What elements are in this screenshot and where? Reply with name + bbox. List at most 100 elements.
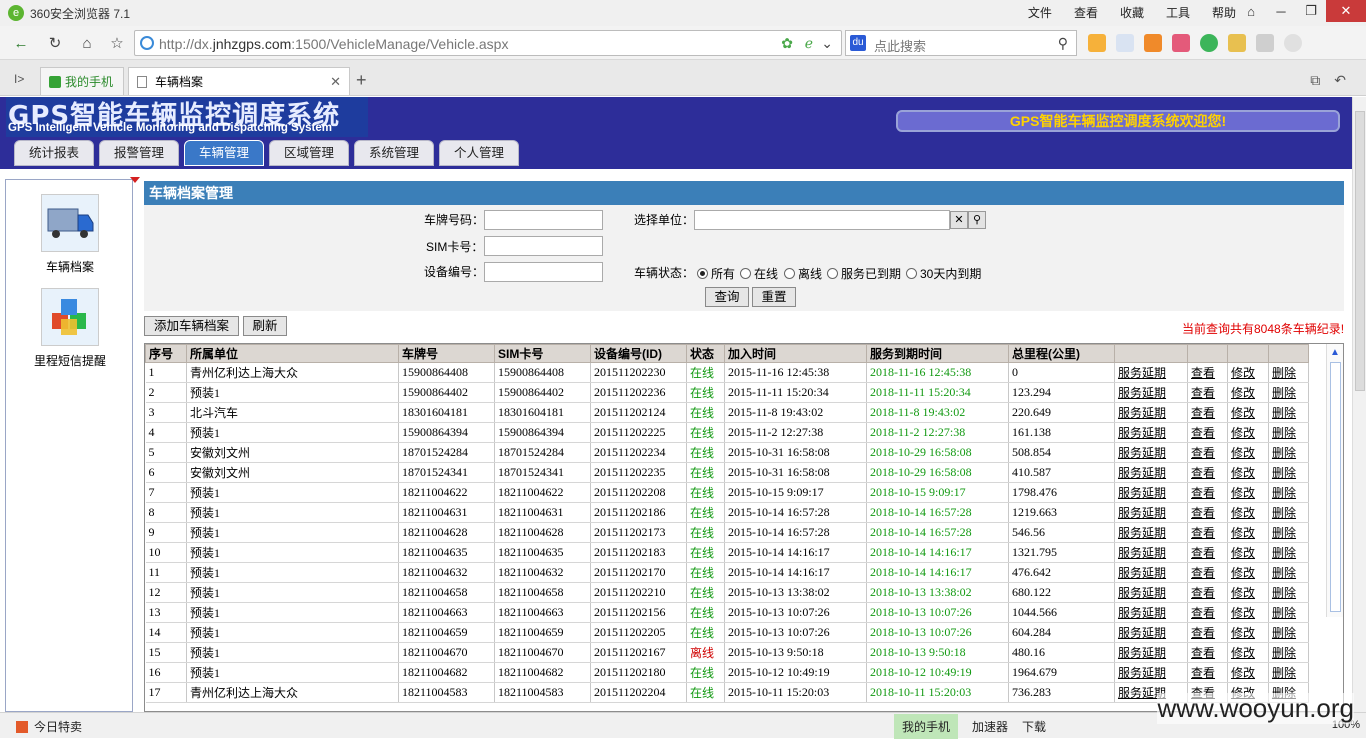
travel-icon[interactable] bbox=[1144, 34, 1162, 52]
delete-link[interactable]: 删除 bbox=[1268, 362, 1309, 383]
delete-link[interactable]: 删除 bbox=[1268, 382, 1309, 403]
tab-my-phone[interactable]: 我的手机 bbox=[40, 67, 124, 95]
delete-link[interactable]: 删除 bbox=[1268, 622, 1309, 643]
delete-link[interactable]: 删除 bbox=[1268, 522, 1309, 543]
reset-button[interactable]: 重置 bbox=[752, 287, 796, 307]
edit-link[interactable]: 修改 bbox=[1227, 362, 1269, 383]
sidebar-item-mileage-sms[interactable]: 里程短信提醒 bbox=[6, 288, 134, 369]
status-accelerator[interactable]: 加速器 bbox=[972, 718, 1008, 735]
delete-link[interactable]: 删除 bbox=[1268, 402, 1309, 423]
view-link[interactable]: 查看 bbox=[1187, 462, 1228, 483]
edit-link[interactable]: 修改 bbox=[1227, 462, 1269, 483]
edit-link[interactable]: 修改 bbox=[1227, 542, 1269, 563]
tab-vehicle-manage[interactable]: 车辆管理 bbox=[184, 140, 264, 166]
tab-vehicle-archive[interactable]: 车辆档案 ✕ bbox=[128, 67, 350, 95]
game-icon[interactable] bbox=[1228, 34, 1246, 52]
sidebar-item-vehicle-archive[interactable]: 车辆档案 bbox=[6, 194, 134, 275]
grid-scrollbar[interactable]: ▲ bbox=[1326, 344, 1343, 617]
tab-personal-manage[interactable]: 个人管理 bbox=[439, 140, 519, 166]
delete-link[interactable]: 删除 bbox=[1268, 462, 1309, 483]
delete-link[interactable]: 删除 bbox=[1268, 542, 1309, 563]
query-button[interactable]: 查询 bbox=[705, 287, 749, 307]
status-download[interactable]: 下载 bbox=[1022, 718, 1046, 735]
edit-link[interactable]: 修改 bbox=[1227, 382, 1269, 403]
menu-view[interactable]: 查看 bbox=[1074, 4, 1098, 21]
extend-service-link[interactable]: 服务延期 bbox=[1114, 562, 1188, 583]
unit-input[interactable] bbox=[694, 210, 950, 230]
sim-input[interactable] bbox=[484, 236, 603, 256]
scroll-up-icon[interactable]: ▲ bbox=[1330, 347, 1340, 358]
edit-link[interactable]: 修改 bbox=[1227, 662, 1269, 683]
radio-all[interactable]: 所有 bbox=[697, 265, 735, 282]
delete-link[interactable]: 删除 bbox=[1268, 582, 1309, 603]
extend-service-link[interactable]: 服务延期 bbox=[1114, 522, 1188, 543]
radio-expired[interactable]: 服务已到期 bbox=[827, 265, 901, 282]
extend-service-link[interactable]: 服务延期 bbox=[1114, 362, 1188, 383]
skin-icon[interactable]: ⌂ bbox=[1236, 0, 1266, 22]
daily-deals[interactable]: 今日特卖 bbox=[16, 718, 82, 735]
clear-icon[interactable]: ✕ bbox=[950, 211, 968, 229]
sidebar-toggle-icon[interactable]: I> bbox=[14, 72, 24, 86]
extend-service-link[interactable]: 服务延期 bbox=[1114, 482, 1188, 503]
edit-link[interactable]: 修改 bbox=[1227, 602, 1269, 623]
undo-close-icon[interactable]: ↶ bbox=[1334, 72, 1346, 89]
menu-tools[interactable]: 工具 bbox=[1166, 4, 1190, 21]
tab-alarm-manage[interactable]: 报警管理 bbox=[99, 140, 179, 166]
edit-link[interactable]: 修改 bbox=[1227, 482, 1269, 503]
extend-service-link[interactable]: 服务延期 bbox=[1114, 542, 1188, 563]
grid-scroll-thumb[interactable] bbox=[1330, 362, 1341, 612]
view-link[interactable]: 查看 bbox=[1187, 602, 1228, 623]
tab-system-manage[interactable]: 系统管理 bbox=[354, 140, 434, 166]
search-icon[interactable]: ⚲ bbox=[1058, 35, 1068, 52]
plate-input[interactable] bbox=[484, 210, 603, 230]
extend-service-link[interactable]: 服务延期 bbox=[1114, 382, 1188, 403]
page-scroll-thumb[interactable] bbox=[1355, 111, 1365, 391]
image-icon[interactable] bbox=[1256, 34, 1274, 52]
tab-area-manage[interactable]: 区域管理 bbox=[269, 140, 349, 166]
view-link[interactable]: 查看 bbox=[1187, 502, 1228, 523]
extend-service-link[interactable]: 服务延期 bbox=[1114, 502, 1188, 523]
extend-service-link[interactable]: 服务延期 bbox=[1114, 422, 1188, 443]
close-window-button[interactable]: ✕ bbox=[1326, 0, 1366, 22]
view-link[interactable]: 查看 bbox=[1187, 582, 1228, 603]
view-link[interactable]: 查看 bbox=[1187, 422, 1228, 443]
back-icon[interactable]: ← bbox=[10, 32, 32, 54]
status-my-phone[interactable]: 我的手机 bbox=[894, 713, 959, 739]
edit-link[interactable]: 修改 bbox=[1227, 582, 1269, 603]
refresh-button[interactable]: 刷新 bbox=[243, 316, 287, 336]
add-vehicle-button[interactable]: 添加车辆档案 bbox=[144, 316, 239, 336]
delete-link[interactable]: 删除 bbox=[1268, 642, 1309, 663]
view-link[interactable]: 查看 bbox=[1187, 442, 1228, 463]
sidebar-collapse-icon[interactable] bbox=[130, 177, 140, 183]
view-link[interactable]: 查看 bbox=[1187, 522, 1228, 543]
search-box[interactable]: du 点此搜索 ⚲ bbox=[845, 30, 1077, 56]
extend-service-link[interactable]: 服务延期 bbox=[1114, 442, 1188, 463]
tab-stat-report[interactable]: 统计报表 bbox=[14, 140, 94, 166]
extend-service-link[interactable]: 服务延期 bbox=[1114, 622, 1188, 643]
delete-link[interactable]: 删除 bbox=[1268, 502, 1309, 523]
page-scrollbar[interactable] bbox=[1352, 97, 1366, 712]
calendar-icon[interactable] bbox=[1116, 34, 1134, 52]
minimize-button[interactable]: ─ bbox=[1266, 0, 1296, 22]
extend-service-link[interactable]: 服务延期 bbox=[1114, 602, 1188, 623]
new-tab-icon[interactable]: + bbox=[356, 70, 367, 91]
star-icon[interactable]: ☆ bbox=[106, 32, 128, 54]
edit-link[interactable]: 修改 bbox=[1227, 562, 1269, 583]
view-link[interactable]: 查看 bbox=[1187, 382, 1228, 403]
view-link[interactable]: 查看 bbox=[1187, 562, 1228, 583]
extend-service-link[interactable]: 服务延期 bbox=[1114, 462, 1188, 483]
extend-service-link[interactable]: 服务延期 bbox=[1114, 582, 1188, 603]
shield-icon[interactable] bbox=[1200, 34, 1218, 52]
radio-online[interactable]: 在线 bbox=[740, 265, 778, 282]
device-input[interactable] bbox=[484, 262, 603, 282]
edit-link[interactable]: 修改 bbox=[1227, 502, 1269, 523]
view-link[interactable]: 查看 bbox=[1187, 542, 1228, 563]
delete-link[interactable]: 删除 bbox=[1268, 442, 1309, 463]
delete-link[interactable]: 删除 bbox=[1268, 482, 1309, 503]
delete-link[interactable]: 删除 bbox=[1268, 562, 1309, 583]
view-link[interactable]: 查看 bbox=[1187, 362, 1228, 383]
radio-offline[interactable]: 离线 bbox=[784, 265, 822, 282]
menu-favorites[interactable]: 收藏 bbox=[1120, 4, 1144, 21]
compat-mode-icon[interactable]: ℯ bbox=[805, 35, 813, 52]
view-link[interactable]: 查看 bbox=[1187, 622, 1228, 643]
